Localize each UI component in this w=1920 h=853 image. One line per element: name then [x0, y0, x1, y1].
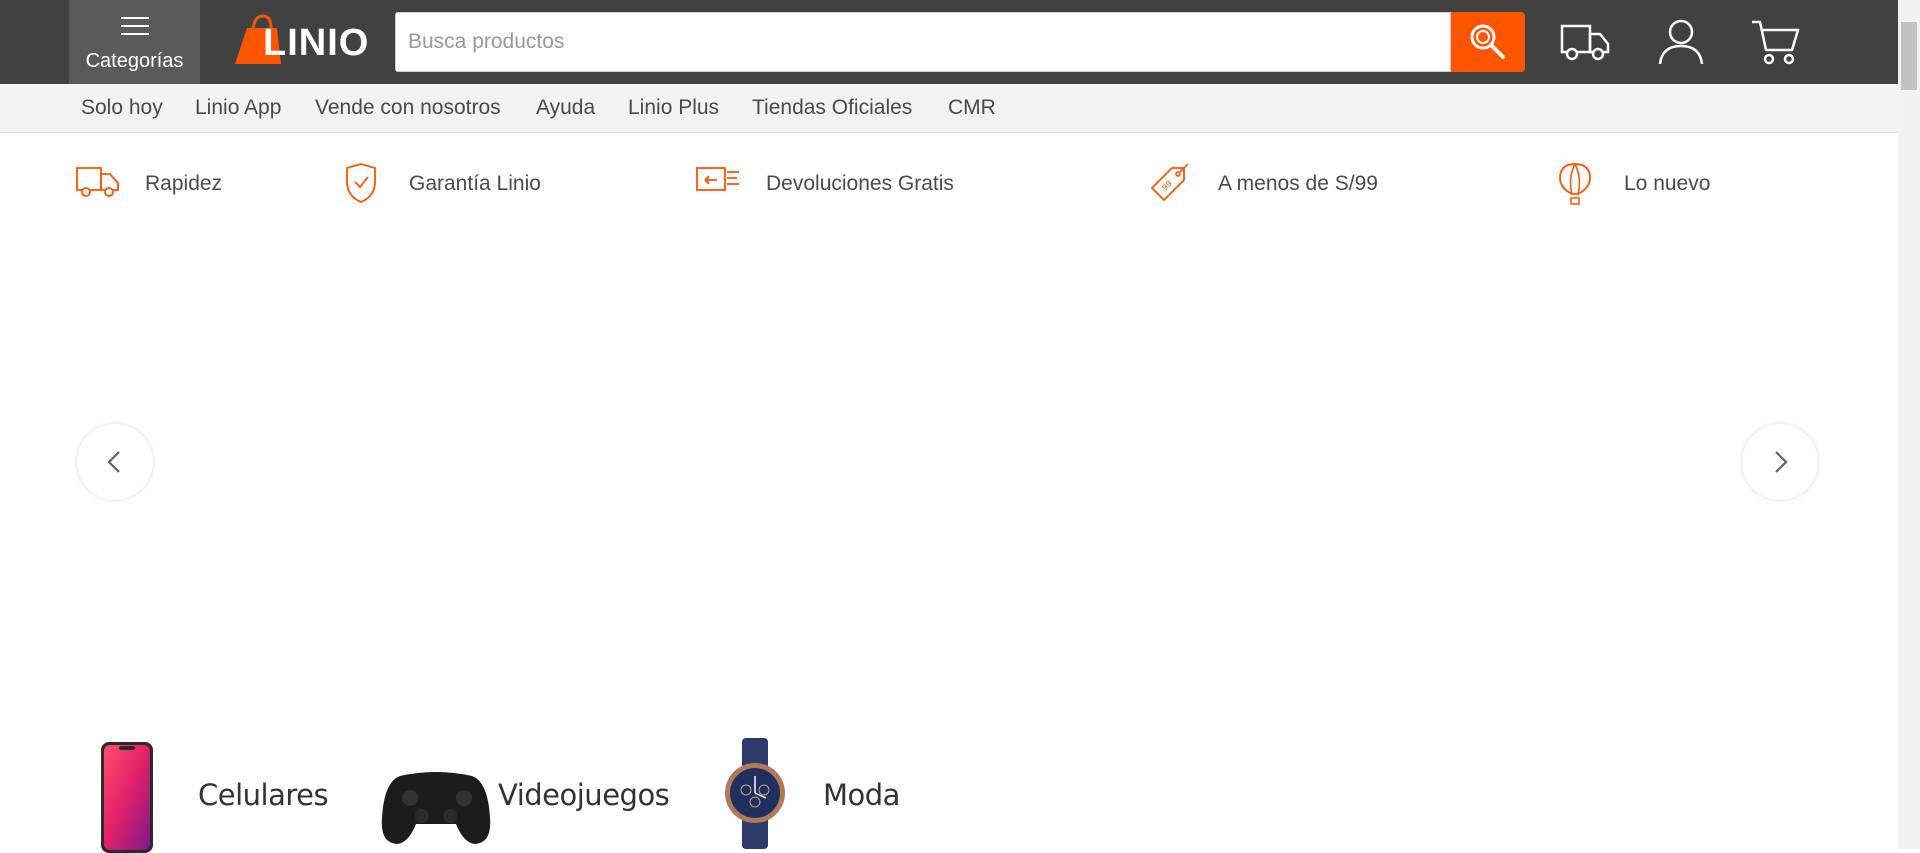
feature-rapidez[interactable]: Rapidez [75, 160, 255, 208]
category-label: Moda [823, 778, 900, 812]
page-scrollbar[interactable] [1898, 0, 1920, 849]
category-celulares[interactable]: Celulares [95, 738, 329, 853]
category-label: Videojuegos [498, 778, 670, 812]
cart-icon[interactable] [1748, 16, 1802, 68]
feature-label: Garantía Linio [409, 172, 541, 195]
feature-devoluciones[interactable]: Devoluciones Gratis [695, 160, 965, 208]
feature-a-menos-de[interactable]: 99 A menos de S/99 [1150, 160, 1390, 208]
linio-logo[interactable]: LINIO [233, 14, 369, 66]
nav-linio-plus[interactable]: Linio Plus [628, 96, 719, 120]
watch-image [725, 738, 785, 849]
gamepad-image [381, 772, 491, 844]
category-moda[interactable]: Moda [720, 738, 920, 849]
search-box[interactable] [395, 12, 1451, 72]
chevron-right-icon [1775, 451, 1788, 473]
search-input[interactable] [396, 13, 1450, 71]
nav-ayuda[interactable]: Ayuda [536, 96, 595, 120]
secondary-nav: Solo hoy Linio App Vende con nosotros Ay… [0, 84, 1898, 133]
smartphone-image [101, 742, 153, 853]
nav-cmr[interactable]: CMR [948, 96, 996, 120]
hot-air-balloon-icon [1559, 163, 1591, 205]
feature-garantia[interactable]: Garantía Linio [343, 160, 563, 208]
top-header: Categorías LINIO [0, 0, 1898, 84]
user-icon[interactable] [1654, 16, 1708, 68]
search-button[interactable] [1451, 12, 1525, 72]
delivery-truck-icon[interactable] [1558, 16, 1612, 68]
carousel-next-button[interactable] [1742, 424, 1818, 500]
chevron-left-icon [107, 451, 120, 473]
feature-label: A menos de S/99 [1218, 172, 1378, 195]
nav-tiendas-oficiales[interactable]: Tiendas Oficiales [752, 96, 912, 120]
search-icon [1470, 24, 1505, 59]
category-videojuegos[interactable]: Videojuegos [380, 738, 670, 849]
svg-text:99: 99 [1160, 179, 1174, 193]
logo-text: LINIO [263, 22, 370, 64]
feature-label: Lo nuevo [1624, 172, 1711, 195]
nav-vende-con-nosotros[interactable]: Vende con nosotros [315, 96, 501, 120]
categories-button[interactable]: Categorías [69, 0, 200, 84]
menu-icon [121, 17, 149, 37]
return-box-icon [696, 167, 739, 191]
nav-solo-hoy[interactable]: Solo hoy [81, 96, 163, 120]
feature-lo-nuevo[interactable]: Lo nuevo [1558, 160, 1728, 208]
nav-linio-app[interactable]: Linio App [195, 96, 281, 120]
carousel-prev-button[interactable] [77, 424, 153, 500]
scrollbar-thumb[interactable] [1901, 22, 1917, 90]
truck-icon [76, 167, 119, 197]
price-tag-icon: 99 [1150, 163, 1189, 202]
shield-check-icon [346, 163, 376, 203]
category-label: Celulares [198, 778, 329, 812]
categories-label: Categorías [85, 50, 184, 72]
feature-label: Rapidez [145, 172, 223, 195]
feature-label: Devoluciones Gratis [766, 172, 954, 195]
